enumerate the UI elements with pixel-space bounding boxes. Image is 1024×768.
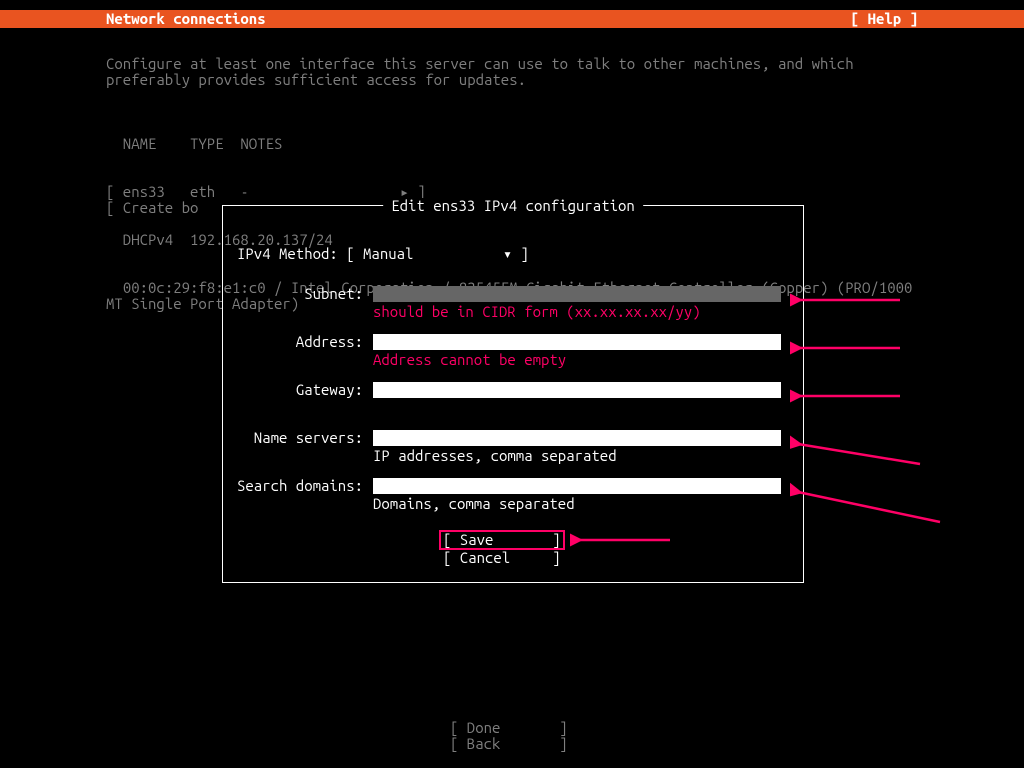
annotation-arrow-search-domains [790,482,950,532]
label-gateway: Gateway: [237,382,363,398]
row-search-domains: Search domains: Domains, comma separated [237,478,791,512]
input-search-domains[interactable] [373,478,781,494]
help-button[interactable]: [ Help ] [851,11,918,27]
annotation-arrow-address [790,338,910,358]
ipv4-method-open: [ [346,245,363,262]
row-nameservers: Name servers: IP addresses, comma separa… [237,430,791,464]
dialog-title: Edit ens33 IPv4 configuration [383,198,643,214]
hint-subnet: should be in CIDR form (xx.xx.xx.xx/yy) [373,304,701,320]
ipv4-method-dropdown[interactable]: Manual [363,246,503,262]
cancel-button[interactable]: [ Cancel ] [443,550,565,566]
intro-text: Configure at least one interface this se… [106,56,936,88]
row-gateway: Gateway: [237,382,791,400]
label-search-domains: Search domains: [237,478,363,494]
input-gateway[interactable] [373,382,781,398]
ipv4-method-row: IPv4 Method: [ Manual ▾ ] [237,246,529,262]
hint-nameservers: IP addresses, comma separated [373,448,617,464]
label-nameservers: Name servers: [237,430,363,446]
dialog-buttons: [ Save ] [ Cancel ] [443,532,565,566]
ipv4-config-dialog: Edit ens33 IPv4 configuration IPv4 Metho… [222,205,804,583]
done-button[interactable]: [ Done ] [450,720,568,736]
form-area: Subnet: should be in CIDR form (xx.xx.xx… [237,286,791,526]
page-title: Network connections [106,11,266,27]
header-bar: Network connections [ Help ] [0,10,1024,28]
back-button[interactable]: [ Back ] [450,736,568,752]
row-address: Address: Address cannot be empty [237,334,791,368]
annotation-arrow-nameservers [790,434,930,474]
label-address: Address: [237,334,363,350]
iface-headers: NAME TYPE NOTES [106,136,936,152]
input-subnet[interactable] [373,286,781,302]
footer-buttons: [ Done ] [ Back ] [450,720,568,752]
annotation-arrow-gateway [790,386,910,406]
save-button[interactable]: [ Save ] [439,530,565,550]
input-address[interactable] [373,334,781,350]
ipv4-method-value: Manual [363,245,413,262]
input-nameservers[interactable] [373,430,781,446]
label-subnet: Subnet: [237,286,363,302]
hint-address: Address cannot be empty [373,352,566,368]
create-bond-button[interactable]: [ Create bo [106,200,198,216]
row-subnet: Subnet: should be in CIDR form (xx.xx.xx… [237,286,791,320]
chevron-down-icon[interactable]: ▾ [503,246,512,262]
hint-search-domains: Domains, comma separated [373,496,575,512]
ipv4-method-label: IPv4 Method: [237,245,346,262]
ipv4-method-close: ] [512,245,529,262]
